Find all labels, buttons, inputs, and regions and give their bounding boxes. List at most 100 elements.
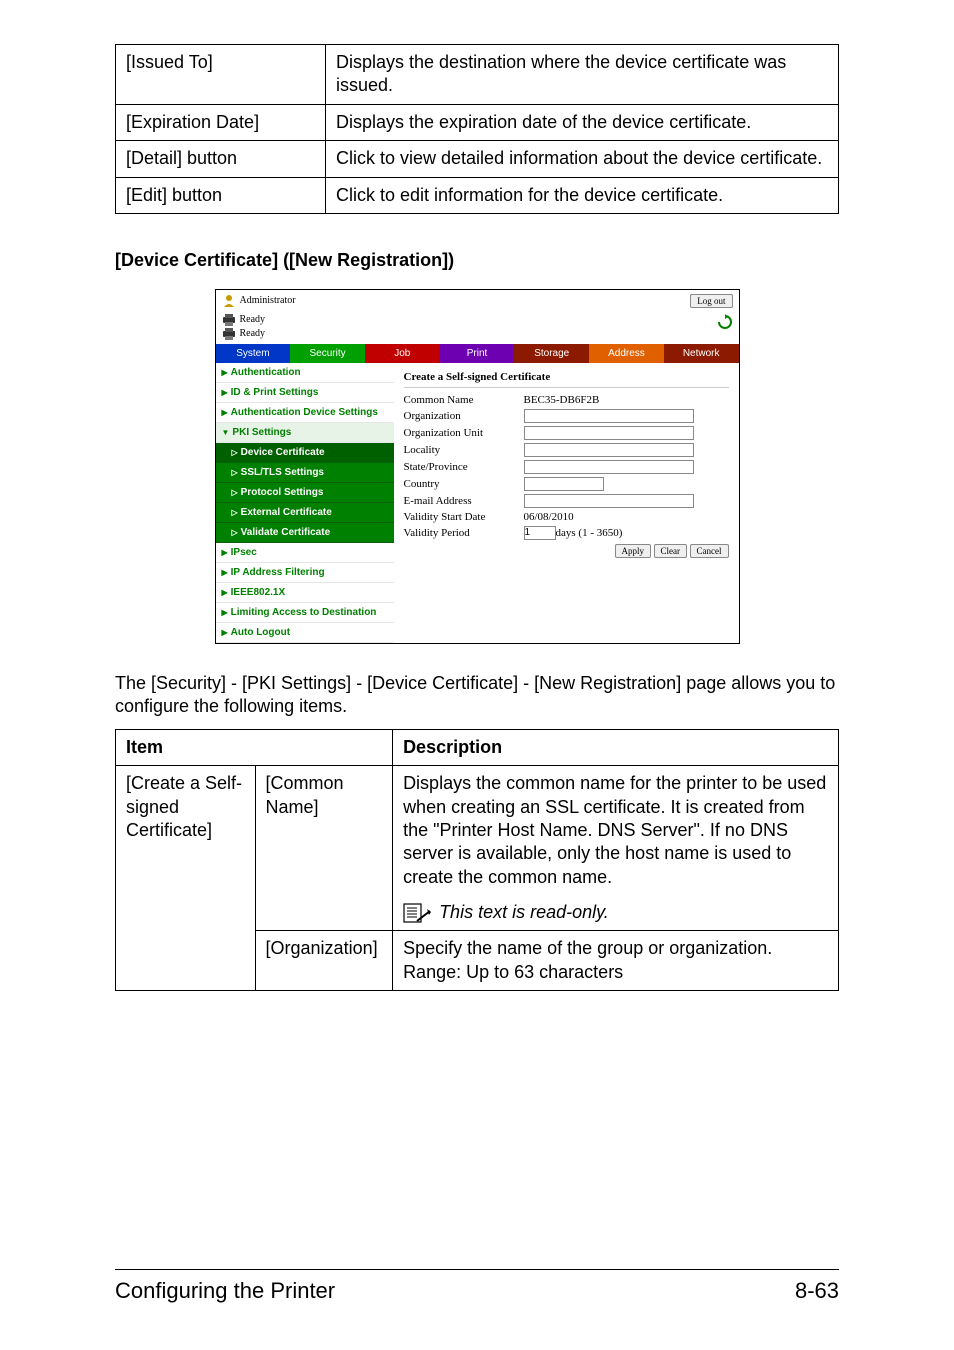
triangle-icon: ▷ — [232, 468, 238, 477]
admin-icon — [222, 294, 236, 308]
item-note-text: This text is read-only. — [439, 901, 609, 924]
item-desc-cell: Specify the name of the group or organiz… — [393, 931, 839, 991]
status-ready: Ready — [240, 328, 266, 339]
sidebar-item-pki[interactable]: ▼PKI Settings — [216, 423, 394, 443]
cancel-button[interactable]: Cancel — [690, 544, 729, 558]
state-input[interactable] — [524, 460, 694, 474]
triangle-icon: ▶ — [222, 568, 228, 577]
sidebar-sub-protocol[interactable]: ▷Protocol Settings — [216, 483, 394, 503]
item-sub-label: [Organization] — [255, 931, 393, 991]
label-validity-period: Validity Period — [404, 527, 524, 539]
table-row: [Edit] button Click to edit information … — [116, 177, 839, 213]
triangle-icon: ▷ — [232, 508, 238, 517]
footer-right: 8-63 — [795, 1278, 839, 1304]
tab-job[interactable]: Job — [365, 344, 440, 363]
label-organization: Organization — [404, 410, 524, 422]
side-menu: ▶Authentication ▶ID & Print Settings ▶Au… — [216, 363, 394, 643]
locality-input[interactable] — [524, 443, 694, 457]
col-header-desc: Description — [393, 729, 839, 765]
tab-bar: System Security Job Print Storage Addres… — [216, 344, 739, 363]
section-heading: [Device Certificate] ([New Registration]… — [115, 250, 839, 271]
tab-system[interactable]: System — [216, 344, 291, 363]
sidebar-sub-validate-cert[interactable]: ▷Validate Certificate — [216, 523, 394, 543]
panel-title: Create a Self-signed Certificate — [404, 371, 729, 388]
cert-row-label: [Expiration Date] — [116, 104, 326, 140]
triangle-icon: ▷ — [232, 528, 238, 537]
logout-button[interactable]: Log out — [690, 294, 732, 308]
refresh-icon[interactable] — [717, 314, 733, 330]
body-text: The [Security] - [PKI Settings] - [Devic… — [115, 672, 839, 719]
clear-button[interactable]: Clear — [654, 544, 688, 558]
item-description-table: Item Description [Create a Self-signed C… — [115, 729, 839, 992]
apply-button[interactable]: Apply — [615, 544, 652, 558]
status-ready: Ready — [240, 314, 266, 325]
printer-icon — [222, 328, 236, 340]
sidebar-item-ieee8021x[interactable]: ▶IEEE802.1X — [216, 583, 394, 603]
label-locality: Locality — [404, 444, 524, 456]
certificate-description-table: [Issued To] Displays the destination whe… — [115, 44, 839, 214]
table-row: [Issued To] Displays the destination whe… — [116, 45, 839, 105]
triangle-icon: ▷ — [232, 448, 238, 457]
triangle-icon: ▶ — [222, 628, 228, 637]
triangle-icon: ▶ — [222, 608, 228, 617]
item-desc-cell: Displays the common name for the printer… — [393, 766, 839, 931]
table-row: [Detail] button Click to view detailed i… — [116, 141, 839, 177]
cert-row-label: [Detail] button — [116, 141, 326, 177]
col-header-item: Item — [116, 729, 393, 765]
sidebar-item-ipsec[interactable]: ▶IPsec — [216, 543, 394, 563]
label-start-date: Validity Start Date — [404, 511, 524, 523]
tab-network[interactable]: Network — [664, 344, 739, 363]
printer-icon — [222, 314, 236, 326]
tab-security[interactable]: Security — [290, 344, 365, 363]
country-input[interactable] — [524, 477, 604, 491]
triangle-icon: ▶ — [222, 408, 228, 417]
sidebar-sub-external-cert[interactable]: ▷External Certificate — [216, 503, 394, 523]
value-common-name: BEC35-DB6F2B — [524, 394, 600, 406]
sidebar-item-auto-logout[interactable]: ▶Auto Logout — [216, 623, 394, 643]
label-email: E-mail Address — [404, 495, 524, 507]
page-footer: Configuring the Printer 8-63 — [115, 1269, 839, 1304]
triangle-icon: ▶ — [222, 388, 228, 397]
cert-row-desc: Click to view detailed information about… — [326, 141, 839, 177]
validity-period-input[interactable] — [524, 526, 556, 540]
form-panel: Create a Self-signed Certificate Common … — [394, 363, 739, 643]
tab-storage[interactable]: Storage — [514, 344, 589, 363]
sidebar-item-ipfilter[interactable]: ▶IP Address Filtering — [216, 563, 394, 583]
value-start-date: 06/08/2010 — [524, 511, 574, 523]
footer-left: Configuring the Printer — [115, 1278, 335, 1304]
triangle-down-icon: ▼ — [222, 428, 230, 437]
sidebar-sub-device-cert[interactable]: ▷Device Certificate — [216, 443, 394, 463]
admin-label: Administrator — [240, 295, 296, 306]
label-org-unit: Organization Unit — [404, 427, 524, 439]
cert-row-label: [Issued To] — [116, 45, 326, 105]
tab-address[interactable]: Address — [589, 344, 664, 363]
cert-row-label: [Edit] button — [116, 177, 326, 213]
sidebar-item-authentication[interactable]: ▶Authentication — [216, 363, 394, 383]
label-common-name: Common Name — [404, 394, 524, 406]
triangle-icon: ▶ — [222, 588, 228, 597]
triangle-icon: ▷ — [232, 488, 238, 497]
sidebar-item-id-print[interactable]: ▶ID & Print Settings — [216, 383, 394, 403]
email-input[interactable] — [524, 494, 694, 508]
tab-print[interactable]: Print — [440, 344, 515, 363]
admin-ui-screenshot: Administrator Log out Ready Ready System… — [215, 289, 740, 644]
table-row: [Create a Self-signed Certificate] [Comm… — [116, 766, 839, 931]
item-group-label: [Create a Self-signed Certificate] — [116, 766, 256, 991]
item-desc-text: Displays the common name for the printer… — [403, 773, 826, 887]
cert-row-desc: Displays the expiration date of the devi… — [326, 104, 839, 140]
label-state: State/Province — [404, 461, 524, 473]
table-row: [Expiration Date] Displays the expiratio… — [116, 104, 839, 140]
label-country: Country — [404, 478, 524, 490]
item-sub-label: [Common Name] — [255, 766, 393, 931]
organization-input[interactable] — [524, 409, 694, 423]
sidebar-sub-ssl[interactable]: ▷SSL/TLS Settings — [216, 463, 394, 483]
validity-period-suffix: days (1 - 3650) — [556, 527, 623, 539]
org-unit-input[interactable] — [524, 426, 694, 440]
cert-row-desc: Displays the destination where the devic… — [326, 45, 839, 105]
triangle-icon: ▶ — [222, 368, 228, 377]
sidebar-item-limit-access[interactable]: ▶Limiting Access to Destination — [216, 603, 394, 623]
sidebar-item-auth-device[interactable]: ▶Authentication Device Settings — [216, 403, 394, 423]
note-icon — [403, 903, 431, 923]
triangle-icon: ▶ — [222, 548, 228, 557]
cert-row-desc: Click to edit information for the device… — [326, 177, 839, 213]
